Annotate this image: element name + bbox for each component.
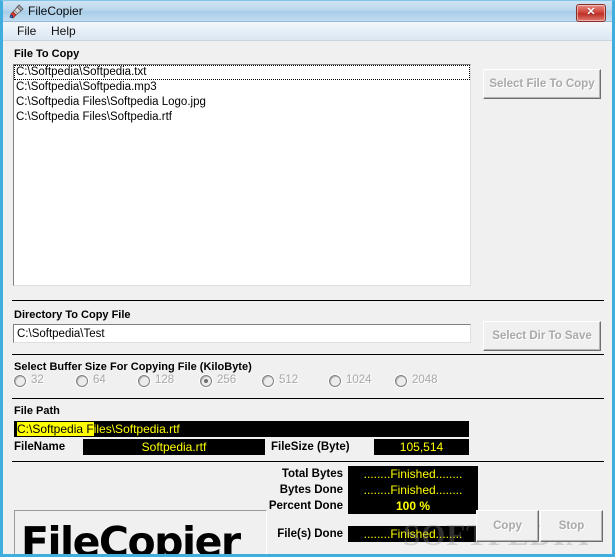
directory-label: Directory To Copy File: [14, 309, 131, 321]
radio-dot-icon: [329, 375, 341, 387]
title-bar: FileCopier ✕: [3, 1, 612, 22]
bytes-done-readout: ........Finished........: [348, 482, 478, 498]
copy-button-label: Copy: [493, 520, 522, 532]
list-item[interactable]: C:\Softpedia\Softpedia.txt: [14, 65, 470, 80]
filesize-label: FileSize (Byte): [271, 441, 350, 453]
copy-button[interactable]: Copy: [476, 510, 539, 542]
bytes-done-label: Bytes Done: [279, 484, 343, 496]
select-dir-to-save-label: Select Dir To Save: [492, 330, 592, 342]
file-path-rest: iles\Softpedia.rtf: [93, 422, 180, 436]
radio-buffer-256[interactable]: 256: [200, 373, 258, 390]
logo-text: FileCopier: [21, 518, 241, 557]
filename-label: FileName: [14, 441, 66, 453]
menu-item-file[interactable]: File: [11, 24, 42, 39]
radio-dot-icon: [76, 375, 88, 387]
file-to-copy-label: File To Copy: [14, 48, 80, 60]
radio-buffer-64[interactable]: 64: [76, 373, 134, 390]
logo-panel: FileCopier: [14, 510, 267, 557]
window-title: FileCopier: [28, 4, 83, 18]
radio-dot-icon: [262, 375, 274, 387]
select-file-to-copy-button[interactable]: Select File To Copy: [483, 69, 601, 99]
select-file-to-copy-label: Select File To Copy: [489, 78, 595, 90]
radio-label: 128: [155, 374, 175, 386]
radio-dot-icon: [138, 375, 150, 387]
radio-label: 32: [31, 374, 44, 386]
close-button[interactable]: ✕: [576, 4, 606, 22]
radio-dot-icon: [200, 375, 212, 387]
percent-done-label: Percent Done: [268, 500, 343, 512]
filename-readout: Softpedia.rtf: [83, 439, 265, 455]
percent-done-readout: 100 %: [348, 498, 478, 514]
buffer-size-label: Select Buffer Size For Copying File (Kil…: [14, 361, 252, 373]
files-done-readout: ........Finished........: [348, 526, 478, 542]
stop-button[interactable]: Stop: [540, 510, 603, 542]
radio-label: 256: [217, 374, 237, 386]
radio-buffer-2048[interactable]: 2048: [395, 373, 457, 390]
section-divider: [12, 300, 604, 301]
filesize-readout: 105,514: [374, 439, 469, 455]
select-dir-to-save-button[interactable]: Select Dir To Save: [483, 321, 601, 351]
list-item[interactable]: C:\Softpedia Files\Softpedia Logo.jpg: [14, 95, 470, 110]
radio-dot-icon: [395, 375, 407, 387]
radio-label: 1024: [346, 374, 372, 386]
watermark-url: www.softpedia.com: [415, 553, 511, 554]
total-bytes-readout: ........Finished........: [348, 466, 478, 482]
client-area: File To Copy C:\Softpedia\Softpedia.txt …: [3, 41, 612, 557]
section-divider: [12, 354, 604, 355]
file-path-readout: C:\Softpedia Files\Softpedia.rtf: [14, 421, 469, 437]
radio-dot-icon: [14, 375, 26, 387]
file-path-selected-prefix: C:\Softpedia F: [17, 422, 94, 436]
stop-button-label: Stop: [558, 520, 585, 532]
file-to-copy-listbox[interactable]: C:\Softpedia\Softpedia.txt C:\Softpedia\…: [13, 64, 471, 286]
directory-input[interactable]: C:\Softpedia\Test: [13, 324, 471, 343]
radio-label: 512: [279, 374, 299, 386]
menu-bar: File Help: [3, 22, 612, 41]
list-item[interactable]: C:\Softpedia Files\Softpedia.rtf: [14, 110, 470, 125]
radio-buffer-128[interactable]: 128: [138, 373, 196, 390]
section-divider: [12, 398, 604, 399]
application-window: FileCopier ✕ File Help File To Copy C:\S…: [0, 0, 615, 557]
radio-buffer-32[interactable]: 32: [14, 373, 72, 390]
files-done-label: File(s) Done: [277, 528, 343, 540]
radio-buffer-1024[interactable]: 1024: [329, 373, 391, 390]
paintbrush-icon: [8, 4, 24, 20]
close-icon: ✕: [586, 6, 596, 18]
total-bytes-label: Total Bytes: [281, 468, 343, 480]
radio-buffer-512[interactable]: 512: [262, 373, 320, 390]
radio-label: 2048: [412, 374, 438, 386]
menu-item-help[interactable]: Help: [45, 24, 82, 39]
file-path-label: File Path: [14, 405, 60, 417]
list-item[interactable]: C:\Softpedia\Softpedia.mp3: [14, 80, 470, 95]
section-divider: [12, 461, 604, 462]
radio-label: 64: [93, 374, 106, 386]
